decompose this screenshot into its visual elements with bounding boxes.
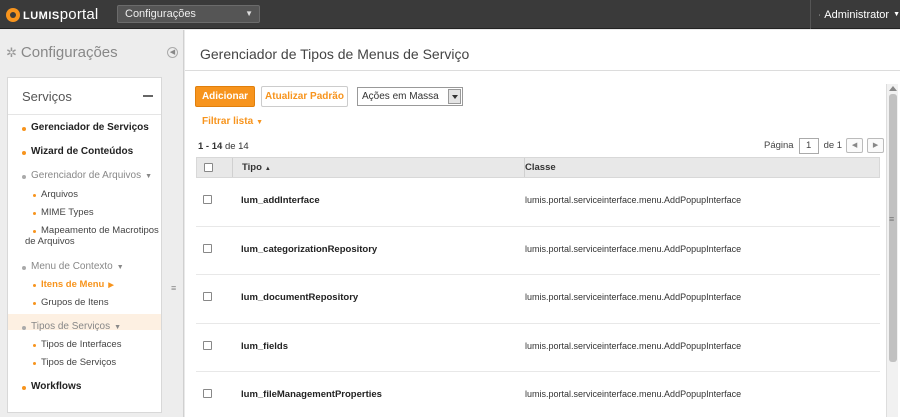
- chevron-down-icon: ▼: [256, 119, 264, 126]
- row-tipo[interactable]: lum_addInterface: [241, 195, 320, 206]
- chevron-down-icon: ▼: [145, 173, 153, 180]
- table-row[interactable]: lum_categorizationRepository lumis.porta…: [196, 227, 880, 275]
- bullet-icon: [22, 151, 26, 155]
- logo-suffix: portal: [59, 6, 99, 23]
- mass-actions-value: Ações em Massa: [362, 91, 439, 102]
- sidebar-item-tipos-servicos[interactable]: Tipos de Serviços: [8, 357, 161, 371]
- context-select-value: Configurações: [125, 8, 196, 20]
- bullet-icon: [33, 212, 36, 215]
- sidebar-item-gerenciador-arquivos[interactable]: Gerenciador de Arquivos ▼: [8, 170, 161, 184]
- bullet-icon: [33, 302, 36, 305]
- select-all-checkbox[interactable]: [204, 163, 213, 172]
- user-menu[interactable]: Administrator ▼: [810, 0, 900, 29]
- mass-actions-select[interactable]: Ações em Massa: [357, 87, 463, 106]
- row-checkbox[interactable]: [203, 340, 212, 350]
- sidebar-item-gerenciador-servicos[interactable]: Gerenciador de Serviços: [8, 122, 161, 136]
- page-total: de 1: [823, 140, 843, 151]
- sidebar-item-workflows[interactable]: Workflows: [8, 381, 161, 395]
- sidebar-item-tipos-servicos-group[interactable]: Tipos de Serviços ▼: [8, 321, 161, 335]
- table-row[interactable]: lum_documentRepository lumis.portal.serv…: [196, 275, 880, 324]
- chevron-down-icon: ▼: [114, 324, 122, 331]
- sort-ascending-icon: ▲: [264, 166, 271, 172]
- row-classe: lumis.portal.serviceinterface.menu.AddPo…: [525, 292, 742, 302]
- logo-circle-icon: [6, 7, 20, 22]
- bullet-icon: [22, 266, 26, 270]
- bullet-icon: [22, 127, 26, 131]
- chevron-down-icon: ▼: [245, 9, 253, 18]
- row-checkbox[interactable]: [203, 292, 212, 301]
- row-classe: lumis.portal.serviceinterface.menu.AddPo…: [525, 389, 742, 399]
- row-tipo[interactable]: lum_fields: [241, 341, 288, 352]
- bullet-icon: [33, 344, 36, 347]
- services-panel: Serviços Gerenciador de Serviços Wizard …: [7, 77, 162, 413]
- chevron-down-icon: ▼: [116, 264, 124, 271]
- scroll-up-icon[interactable]: [889, 86, 897, 91]
- logo-prefix: LUMIS: [23, 10, 60, 22]
- page-title: Gerenciador de Tipos de Menus de Serviço: [200, 46, 470, 62]
- result-count: 1 - 14 de 14: [198, 141, 249, 152]
- services-panel-title: Serviços: [22, 89, 72, 104]
- page-label: Página: [764, 140, 794, 151]
- table-row[interactable]: lum_fileManagementProperties lumis.porta…: [196, 372, 880, 417]
- row-classe: lumis.portal.serviceinterface.menu.AddPo…: [525, 243, 742, 254]
- wrench-icon: ✲: [6, 44, 17, 60]
- table-row[interactable]: lum_addInterface lumis.portal.serviceint…: [196, 178, 880, 227]
- add-button[interactable]: Adicionar: [195, 86, 255, 107]
- context-select[interactable]: Configurações ▼: [117, 5, 260, 23]
- sidebar-item-itens-menu[interactable]: Itens de Menu ▶: [8, 279, 161, 293]
- table-row[interactable]: lum_fields lumis.portal.serviceinterface…: [196, 324, 880, 372]
- row-tipo[interactable]: lum_categorizationRepository: [241, 244, 377, 255]
- bullet-icon: [22, 175, 26, 179]
- sidebar-title: ✲ Configurações: [6, 44, 118, 61]
- bullet-icon: [33, 230, 36, 233]
- bullet-icon: [33, 194, 36, 197]
- row-classe: lumis.portal.serviceinterface.menu.AddPo…: [525, 195, 742, 205]
- filter-list-link[interactable]: Filtrar lista ▼: [202, 116, 263, 127]
- sidebar: ✲ Configurações ◀ Serviços Gerenciador d…: [0, 30, 184, 417]
- row-checkbox[interactable]: [203, 243, 212, 253]
- row-checkbox[interactable]: [203, 389, 212, 398]
- sidebar-item-tipos-interfaces[interactable]: Tipos de Interfaces: [8, 339, 161, 353]
- resize-handle-icon[interactable]: ≡: [889, 214, 894, 224]
- sidebar-item-menu-contexto[interactable]: Menu de Contexto ▼: [8, 261, 161, 275]
- bullet-icon: [33, 284, 36, 287]
- user-icon: [819, 13, 821, 16]
- collapse-panel-icon[interactable]: [143, 95, 153, 97]
- sidebar-item-grupos-itens[interactable]: Grupos de Itens: [8, 297, 161, 311]
- reset-defaults-button[interactable]: Atualizar Padrão: [261, 86, 348, 107]
- sidebar-title-text: Configurações: [20, 44, 118, 61]
- row-tipo[interactable]: lum_fileManagementProperties: [241, 389, 382, 400]
- scrollbar-thumb[interactable]: [889, 94, 897, 362]
- collapse-sidebar-icon[interactable]: ◀: [167, 47, 178, 58]
- column-header-tipo[interactable]: Tipo ▲: [233, 158, 525, 177]
- chevron-right-icon: ▶: [108, 282, 114, 289]
- chevron-down-icon: [448, 89, 461, 104]
- row-tipo[interactable]: lum_documentRepository: [241, 292, 358, 303]
- menu-types-table: Tipo ▲ Classe lum_addInterface lumis.port…: [196, 157, 880, 417]
- pagination: Página 1 de 1 ◀ ▶: [764, 137, 885, 154]
- top-bar: LUMISportal Configurações ▼ Administrato…: [0, 0, 900, 29]
- sidebar-item-wizard-conteudos[interactable]: Wizard de Conteúdos: [8, 146, 161, 160]
- lumis-logo[interactable]: LUMISportal: [6, 6, 98, 23]
- row-classe: lumis.portal.serviceinterface.menu.AddPo…: [525, 340, 742, 351]
- bullet-icon: [22, 386, 26, 390]
- prev-page-icon[interactable]: ◀: [846, 138, 864, 153]
- user-name: Administrator: [824, 8, 890, 21]
- bullet-icon: [33, 362, 36, 365]
- page-number-input[interactable]: 1: [798, 137, 819, 154]
- sidebar-item-arquivos[interactable]: Arquivos: [8, 189, 161, 203]
- main-header: Gerenciador de Tipos de Menus de Serviço: [185, 30, 900, 71]
- next-page-icon[interactable]: ▶: [867, 138, 885, 153]
- sidebar-item-mapeamento-macrotipos[interactable]: Mapeamento de Macrotipos de Arquivos: [8, 225, 161, 251]
- chevron-down-icon: ▼: [893, 11, 900, 18]
- resize-handle-icon[interactable]: ≡: [171, 283, 176, 293]
- sidebar-item-mime-types[interactable]: MIME Types: [8, 207, 161, 221]
- table-header: Tipo ▲ Classe: [196, 157, 880, 178]
- bullet-icon: [22, 326, 26, 330]
- main-scrollbar[interactable]: [886, 84, 898, 417]
- column-header-classe[interactable]: Classe: [525, 158, 556, 177]
- main-content: Gerenciador de Tipos de Menus de Serviço…: [185, 30, 900, 417]
- row-checkbox[interactable]: [203, 195, 212, 204]
- services-panel-header[interactable]: Serviços: [8, 78, 161, 115]
